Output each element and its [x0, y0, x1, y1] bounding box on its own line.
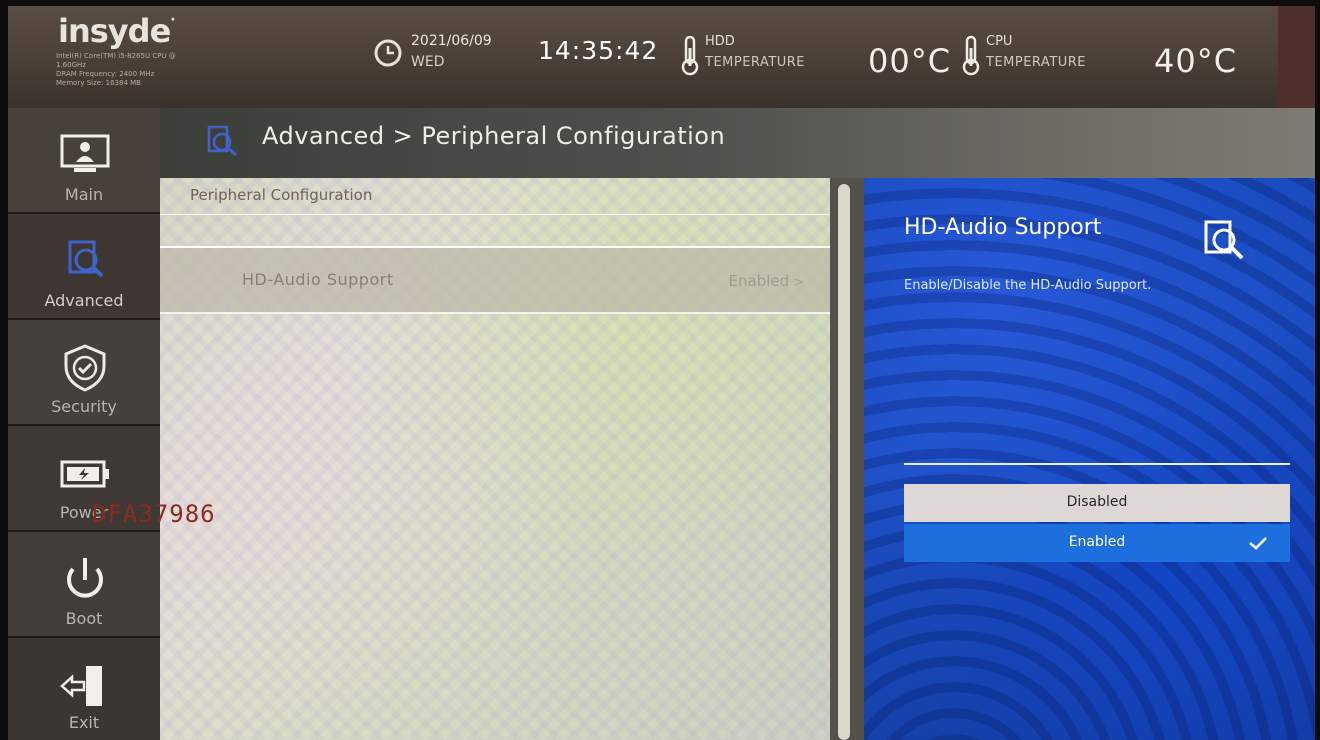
- section-divider: [160, 214, 830, 215]
- monitor-user-icon: [60, 134, 110, 172]
- sidebar-item-main[interactable]: Main: [8, 108, 160, 214]
- setting-value-text: Enabled: [728, 272, 790, 290]
- sidebar-label-security: Security: [51, 397, 117, 416]
- power-icon: [67, 558, 103, 598]
- hdd-temperature-value: 00°C: [868, 42, 952, 80]
- sidebar-nav: Main Advanced Security Power Boot Exit: [8, 108, 160, 740]
- option-label-enabled: Enabled: [1068, 534, 1126, 550]
- magnifier-document-icon: [1204, 220, 1244, 260]
- sidebar-label-exit: Exit: [68, 713, 100, 732]
- option-label-disabled: Disabled: [1066, 494, 1128, 510]
- breadcrumb: Advanced > Peripheral Configuration: [262, 122, 726, 150]
- header-edge: [1278, 6, 1315, 108]
- overlay-stamp: DFA37986: [92, 500, 216, 528]
- setting-value-hd-audio[interactable]: Enabled >: [729, 272, 804, 290]
- time-text: 14:35:42: [538, 36, 659, 65]
- chevron-right-icon: >: [793, 275, 804, 289]
- cpu-temperature-value: 40°C: [1154, 42, 1238, 80]
- dram-frequency: DRAM Frequency: 2400 MHz: [56, 70, 155, 78]
- hdd-temperature-label: TEMPERATURE: [705, 55, 806, 70]
- help-panel: HD-Audio Support Enable/Disable the HD-A…: [864, 178, 1315, 740]
- cpu-label: CPU: [986, 34, 1013, 49]
- logo-text: insyde: [58, 12, 171, 50]
- checkmark-icon: [1249, 537, 1267, 550]
- section-title: Peripheral Configuration: [190, 186, 373, 204]
- cpu-thermometer-icon: [962, 35, 980, 76]
- sidebar-item-exit[interactable]: Exit: [8, 638, 160, 740]
- memory-size: Memory Size: 16384 MB: [56, 79, 141, 87]
- system-info: Intel(R) Core(TM) i5-8265U CPU @ 1.60GHz…: [56, 52, 276, 88]
- advanced-page-icon: [207, 125, 237, 157]
- sidebar-label-main: Main: [64, 185, 104, 204]
- date-text: 2021/06/09: [411, 33, 492, 49]
- option-disabled[interactable]: Disabled: [904, 484, 1290, 522]
- setting-label-hd-audio: HD-Audio Support: [242, 270, 394, 289]
- sidebar-item-boot[interactable]: Boot: [8, 532, 160, 638]
- cpu-model: Intel(R) Core(TM) i5-8265U CPU @: [56, 52, 176, 60]
- day-text: WED: [411, 54, 445, 70]
- sidebar-item-advanced[interactable]: Advanced: [8, 214, 160, 320]
- insyde-logo: insyde·: [58, 12, 176, 50]
- sidebar-item-security[interactable]: Security: [8, 320, 160, 426]
- breadcrumb-bar: Advanced > Peripheral Configuration: [160, 108, 1315, 178]
- setting-row-hd-audio[interactable]: HD-Audio Support Enabled >: [160, 248, 830, 314]
- logo-mark: ·: [170, 12, 175, 28]
- options-divider: [904, 463, 1290, 465]
- sidebar-label-advanced: Advanced: [44, 291, 124, 310]
- exit-door-icon: [60, 666, 102, 706]
- clock-icon: [374, 39, 402, 67]
- cpu-temperature-label: TEMPERATURE: [986, 55, 1087, 70]
- option-enabled[interactable]: Enabled: [904, 524, 1290, 562]
- bios-screen: insyde· Intel(R) Core(TM) i5-8265U CPU @…: [8, 6, 1315, 740]
- hdd-thermometer-icon: [681, 35, 699, 76]
- help-description: Enable/Disable the HD-Audio Support.: [904, 278, 1152, 293]
- cpu-speed: 1.60GHz: [56, 61, 86, 69]
- magnifier-document-icon: [68, 240, 104, 278]
- settings-panel: Peripheral Configuration HD-Audio Suppor…: [160, 178, 830, 740]
- help-title: HD-Audio Support: [904, 215, 1102, 240]
- header-bar: insyde· Intel(R) Core(TM) i5-8265U CPU @…: [8, 6, 1315, 108]
- shield-check-icon: [64, 344, 106, 392]
- hdd-label: HDD: [705, 34, 735, 49]
- battery-icon: [60, 460, 109, 488]
- scrollbar[interactable]: [838, 184, 850, 740]
- sidebar-label-boot: Boot: [65, 609, 103, 628]
